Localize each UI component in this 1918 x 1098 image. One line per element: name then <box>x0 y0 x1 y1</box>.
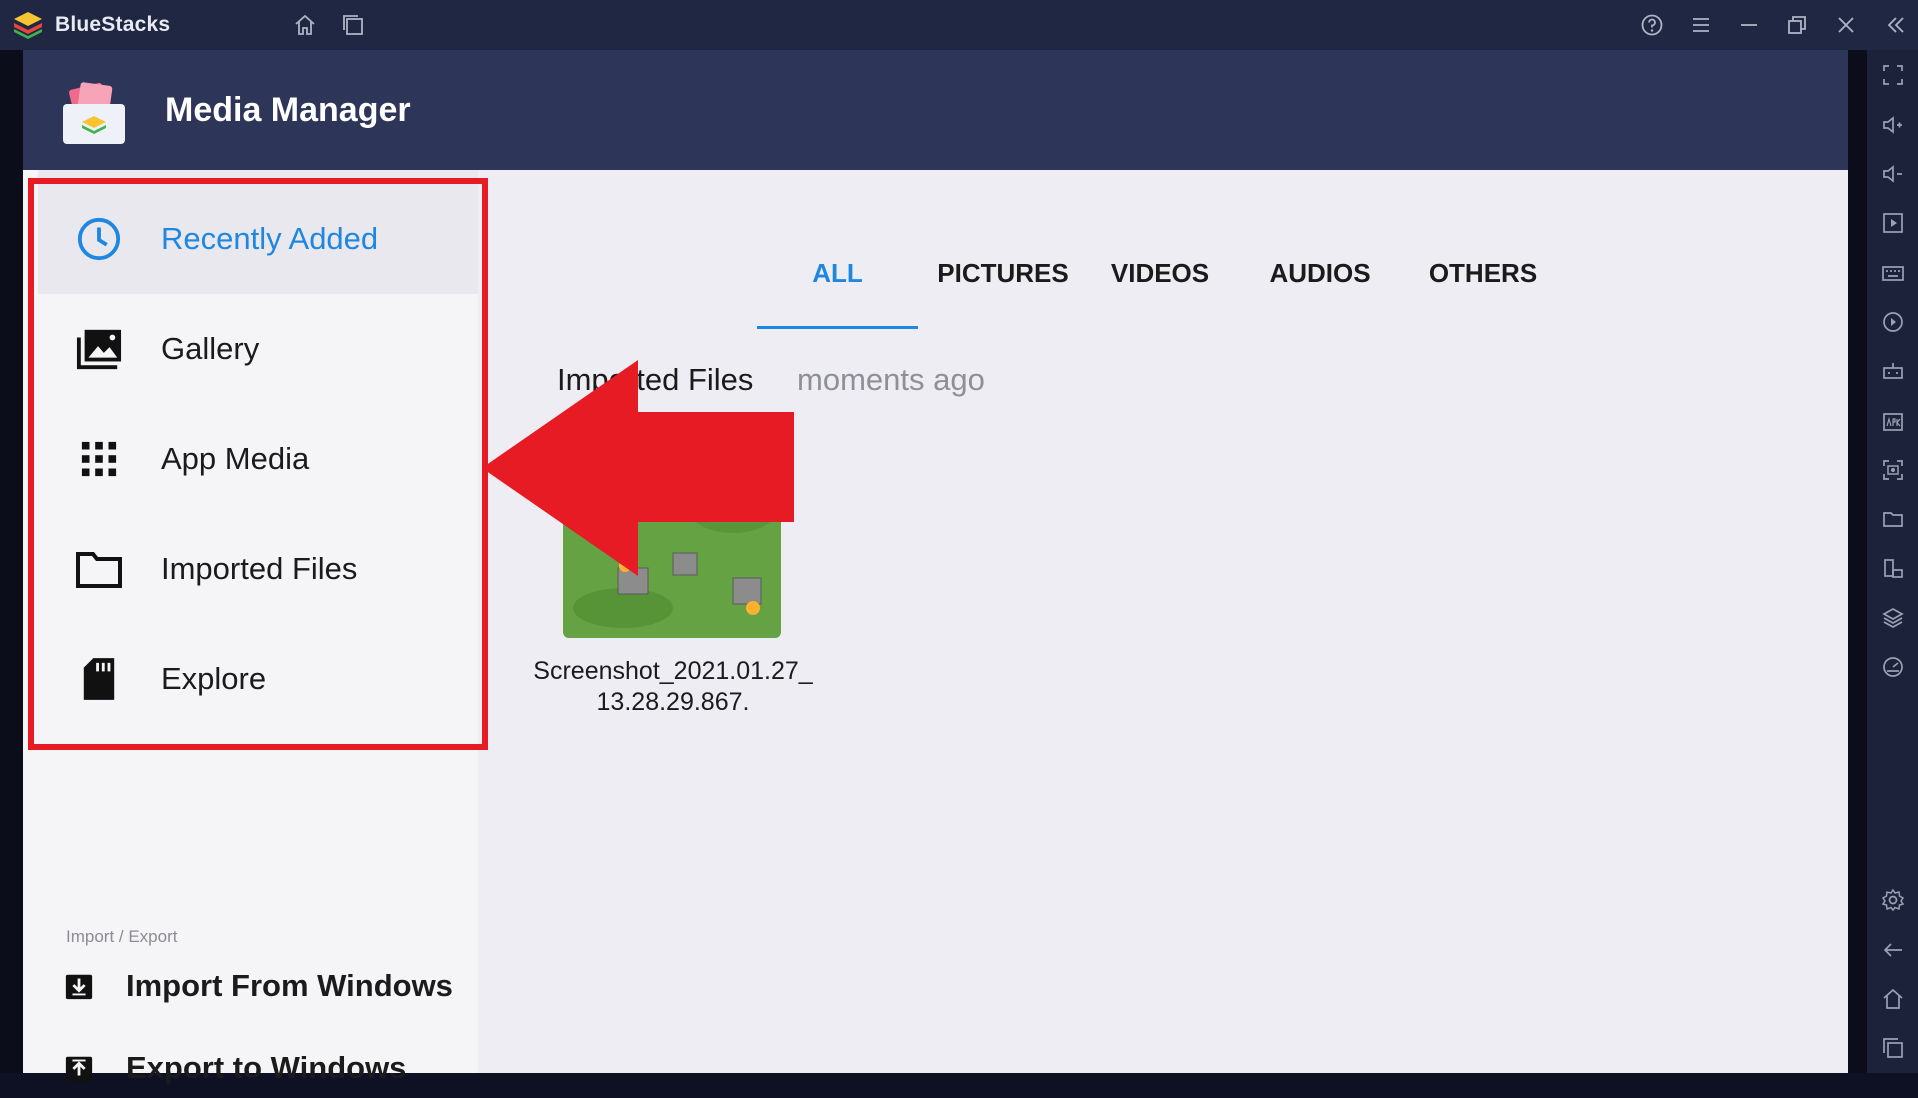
fullscreen-icon[interactable] <box>1880 62 1906 88</box>
action-label: Export to Windows <box>126 1050 407 1085</box>
multi-instance-icon[interactable] <box>340 12 366 38</box>
tab-all[interactable]: ALL <box>757 258 918 289</box>
app-header: Media Manager <box>23 50 1848 170</box>
tab-others[interactable]: OTHERS <box>1413 258 1553 289</box>
video-icon[interactable] <box>1880 210 1906 236</box>
restore-icon[interactable] <box>1784 12 1810 38</box>
android-home-icon[interactable] <box>1880 986 1906 1012</box>
import-export-section-label: Import / Export <box>66 927 178 946</box>
menu-icon[interactable] <box>1688 12 1714 38</box>
tab-audios[interactable]: AUDIOS <box>1250 258 1390 289</box>
volume-up-icon[interactable] <box>1880 112 1906 138</box>
file-name: Screenshot_2021.01.27_13.28.29.867. <box>533 657 813 716</box>
bluestacks-logo-icon <box>12 10 44 40</box>
keyboard-icon[interactable] <box>1880 260 1906 286</box>
export-to-windows-button[interactable]: Export to Windows <box>63 1038 463 1098</box>
group-timestamp: moments ago <box>797 362 985 397</box>
tab-bar: ALL PICTURES VIDEOS AUDIOS OTHERS <box>478 170 1848 330</box>
tab-videos[interactable]: VIDEOS <box>1090 258 1230 289</box>
help-icon[interactable] <box>1639 12 1665 38</box>
collapse-sidebar-icon[interactable] <box>1883 12 1909 38</box>
minimize-icon[interactable] <box>1736 12 1762 38</box>
folder-icon[interactable] <box>1880 506 1906 532</box>
back-icon[interactable] <box>1880 937 1906 963</box>
bluestacks-side-toolbar <box>1867 50 1918 1073</box>
active-tab-indicator <box>757 326 918 329</box>
layers-icon[interactable] <box>1880 605 1906 631</box>
settings-icon[interactable] <box>1880 887 1906 913</box>
annotation-highlight-box <box>28 178 488 750</box>
import-from-windows-button[interactable]: Import From Windows <box>63 956 463 1016</box>
left-window-border <box>0 50 23 1073</box>
import-icon <box>63 970 95 1002</box>
app-title: Media Manager <box>165 91 411 129</box>
recent-apps-icon[interactable] <box>1880 1035 1906 1061</box>
right-window-border <box>1848 50 1867 1073</box>
apk-icon[interactable] <box>1880 408 1906 434</box>
export-icon <box>63 1052 95 1084</box>
annotation-arrow-icon <box>482 360 794 576</box>
home-icon[interactable] <box>292 12 318 38</box>
macro-icon[interactable] <box>1880 309 1906 335</box>
bluestacks-titlebar: BlueStacks <box>0 0 1918 50</box>
robot-icon[interactable] <box>1880 358 1906 384</box>
close-icon[interactable] <box>1833 12 1859 38</box>
screenshot-icon[interactable] <box>1880 457 1906 483</box>
window-title: BlueStacks <box>55 13 171 36</box>
rotate-icon[interactable] <box>1880 556 1906 582</box>
tab-pictures[interactable]: PICTURES <box>928 258 1078 289</box>
volume-down-icon[interactable] <box>1880 161 1906 187</box>
action-label: Import From Windows <box>126 968 453 1003</box>
media-manager-logo-icon <box>59 80 129 146</box>
speedometer-icon[interactable] <box>1880 654 1906 680</box>
